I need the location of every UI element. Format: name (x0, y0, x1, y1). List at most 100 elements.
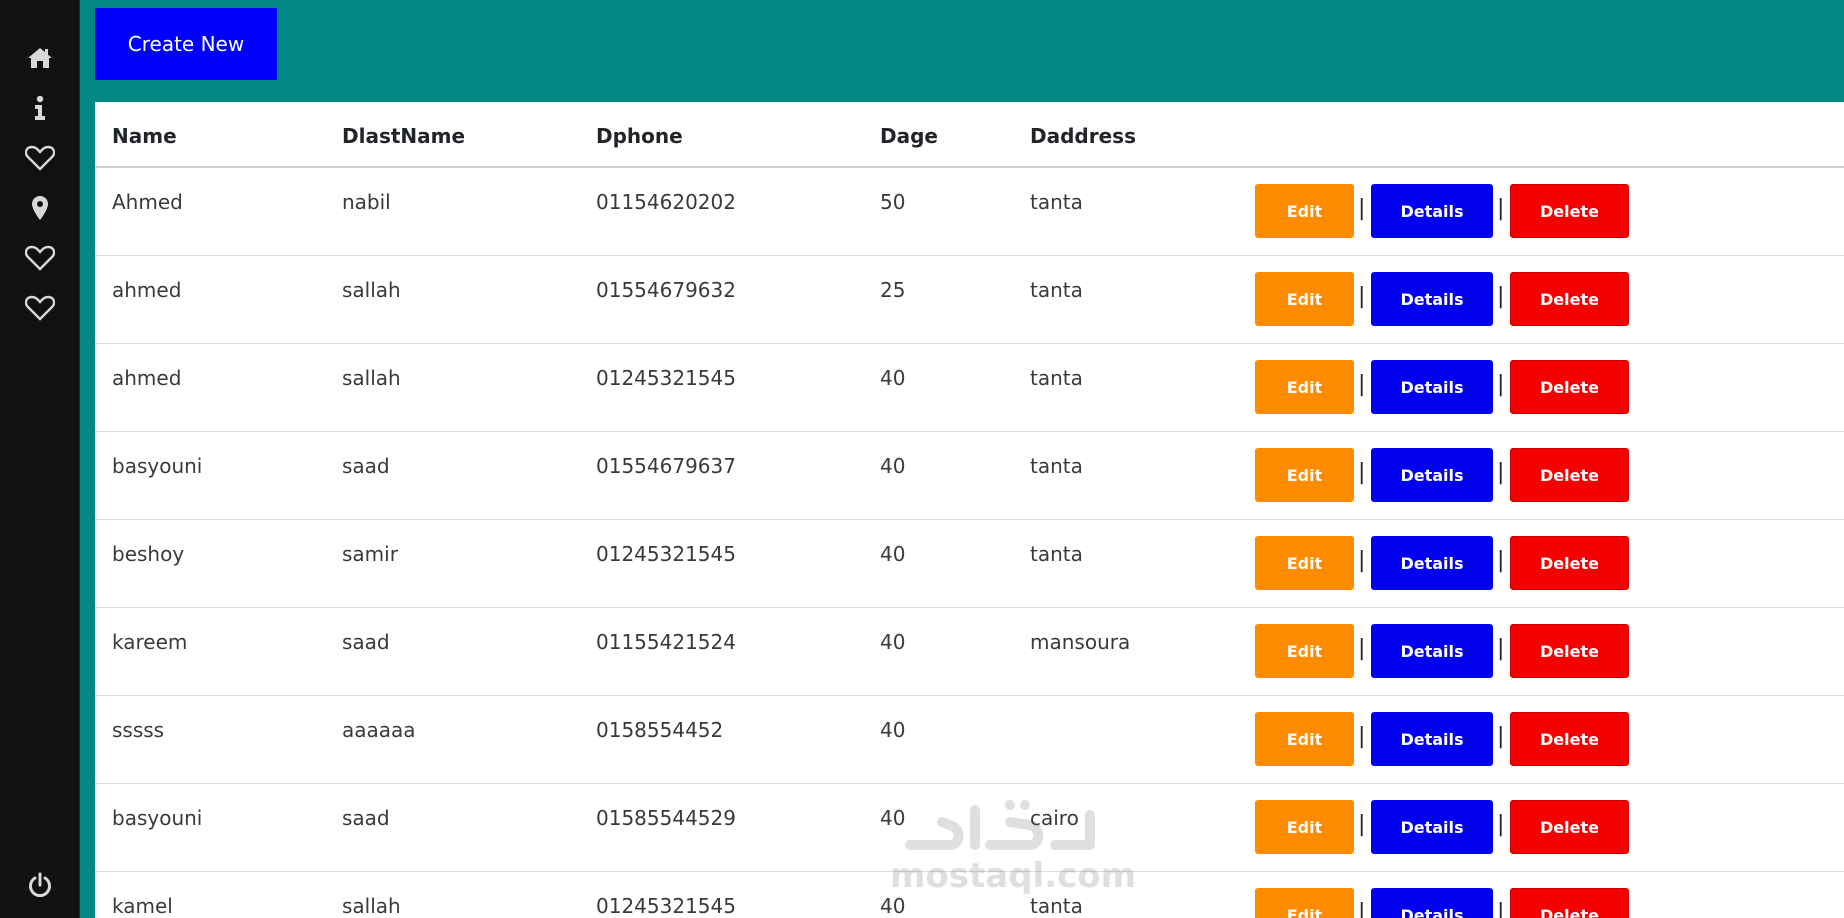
table-row: basyouni saad 01585544529 40 cairo Edit | Detai… (95, 784, 1844, 872)
action-separator: | (1358, 284, 1366, 309)
drivers-table: Name DlastName Dphone Dage Daddress Ahme… (95, 102, 1844, 918)
cell-age: 25 (880, 278, 906, 302)
sidebar (0, 0, 80, 918)
power-icon[interactable] (0, 865, 80, 905)
cell-name: ahmed (112, 366, 182, 390)
action-separator: | (1497, 812, 1505, 837)
delete-button[interactable]: Delete (1510, 800, 1629, 854)
main-content: Create New Name DlastName Dphone Dage Da… (80, 0, 1844, 918)
cell-phone: 01154620202 (596, 190, 736, 214)
map-pin-icon[interactable] (0, 188, 80, 228)
cell-age: 40 (880, 718, 906, 742)
edit-button[interactable]: Edit (1255, 360, 1354, 414)
cell-age: 40 (880, 894, 906, 918)
edit-button[interactable]: Edit (1255, 624, 1354, 678)
cell-phone: 01245321545 (596, 366, 736, 390)
delete-button[interactable]: Delete (1510, 888, 1629, 918)
delete-button[interactable]: Delete (1510, 360, 1629, 414)
action-separator: | (1358, 812, 1366, 837)
table-row: basyouni saad 01554679637 40 tanta Edit | Detai… (95, 432, 1844, 520)
cell-lastname: nabil (342, 190, 391, 214)
details-button[interactable]: Details (1371, 800, 1493, 854)
details-button[interactable]: Details (1371, 448, 1493, 502)
create-new-button[interactable]: Create New (95, 8, 277, 80)
action-separator: | (1497, 372, 1505, 397)
cell-name: basyouni (112, 806, 203, 830)
details-button[interactable]: Details (1371, 624, 1493, 678)
table-row: ahmed sallah 01554679632 25 tanta Edit | Detail… (95, 256, 1844, 344)
action-separator: | (1497, 460, 1505, 485)
table-row: Ahmed nabil 01154620202 50 tanta Edit | Details… (95, 168, 1844, 256)
heart-icon[interactable] (0, 288, 80, 328)
details-button[interactable]: Details (1371, 712, 1493, 766)
cell-lastname: sallah (342, 366, 401, 390)
cell-age: 40 (880, 806, 906, 830)
cell-age: 40 (880, 454, 906, 478)
cell-age: 40 (880, 630, 906, 654)
edit-button[interactable]: Edit (1255, 448, 1354, 502)
table-row: kamel sallah 01245321545 40 tanta Edit | Detail… (95, 872, 1844, 918)
edit-button[interactable]: Edit (1255, 272, 1354, 326)
cell-address: cairo (1030, 806, 1079, 830)
cell-address: tanta (1030, 278, 1083, 302)
cell-phone: 01245321545 (596, 542, 736, 566)
cell-name: beshoy (112, 542, 185, 566)
action-separator: | (1497, 284, 1505, 309)
cell-lastname: sallah (342, 278, 401, 302)
action-separator: | (1358, 724, 1366, 749)
details-button[interactable]: Details (1371, 888, 1493, 918)
cell-lastname: saad (342, 630, 390, 654)
cell-lastname: aaaaaa (342, 718, 416, 742)
cell-address: tanta (1030, 190, 1083, 214)
action-separator: | (1497, 548, 1505, 573)
cell-name: kareem (112, 630, 188, 654)
details-button[interactable]: Details (1371, 360, 1493, 414)
home-icon[interactable] (0, 38, 80, 78)
column-header-address: Daddress (1030, 124, 1136, 148)
edit-button[interactable]: Edit (1255, 536, 1354, 590)
action-separator: | (1497, 196, 1505, 221)
info-icon[interactable] (0, 88, 80, 128)
cell-address: mansoura (1030, 630, 1131, 654)
delete-button[interactable]: Delete (1510, 184, 1629, 238)
action-separator: | (1358, 460, 1366, 485)
cell-address: tanta (1030, 366, 1083, 390)
edit-button[interactable]: Edit (1255, 712, 1354, 766)
cell-phone: 01155421524 (596, 630, 736, 654)
cell-phone: 01245321545 (596, 894, 736, 918)
cell-name: basyouni (112, 454, 203, 478)
delete-button[interactable]: Delete (1510, 712, 1629, 766)
table-row: sssss aaaaaa 0158554452 40 Edit | Details | Dele… (95, 696, 1844, 784)
details-button[interactable]: Details (1371, 184, 1493, 238)
action-separator: | (1358, 196, 1366, 221)
action-separator: | (1358, 900, 1366, 918)
action-separator: | (1497, 900, 1505, 918)
action-separator: | (1358, 372, 1366, 397)
cell-address: tanta (1030, 542, 1083, 566)
cell-address: tanta (1030, 894, 1083, 918)
delete-button[interactable]: Delete (1510, 624, 1629, 678)
heart-icon[interactable] (0, 138, 80, 178)
details-button[interactable]: Details (1371, 272, 1493, 326)
heart-icon[interactable] (0, 238, 80, 278)
delete-button[interactable]: Delete (1510, 536, 1629, 590)
cell-name: Ahmed (112, 190, 183, 214)
details-button[interactable]: Details (1371, 536, 1493, 590)
cell-name: kamel (112, 894, 173, 918)
cell-name: sssss (112, 718, 165, 742)
action-separator: | (1358, 548, 1366, 573)
delete-button[interactable]: Delete (1510, 272, 1629, 326)
cell-phone: 01554679637 (596, 454, 736, 478)
action-separator: | (1497, 724, 1505, 749)
cell-phone: 0158554452 (596, 718, 724, 742)
cell-lastname: samir (342, 542, 398, 566)
delete-button[interactable]: Delete (1510, 448, 1629, 502)
edit-button[interactable]: Edit (1255, 888, 1354, 918)
cell-lastname: saad (342, 806, 390, 830)
edit-button[interactable]: Edit (1255, 184, 1354, 238)
cell-age: 40 (880, 366, 906, 390)
cell-age: 50 (880, 190, 906, 214)
cell-age: 40 (880, 542, 906, 566)
edit-button[interactable]: Edit (1255, 800, 1354, 854)
column-header-name: Name (112, 124, 177, 148)
